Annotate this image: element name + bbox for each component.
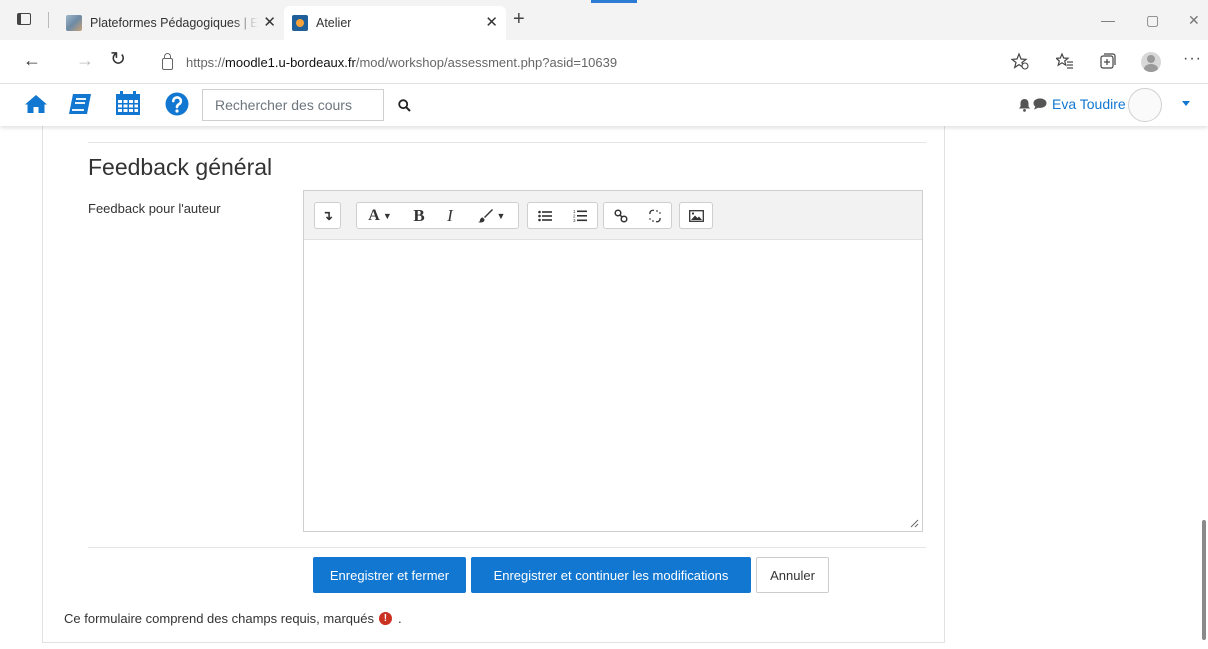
url-host: moodle1.u-bordeaux.fr	[225, 54, 356, 70]
text-color-button[interactable]: ▼	[465, 203, 518, 228]
resize-handle-icon[interactable]	[910, 519, 919, 528]
toolbar-group-media	[679, 202, 713, 229]
feedback-field-label: Feedback pour l'auteur	[88, 201, 221, 216]
paint-brush-icon	[477, 208, 493, 222]
page-scrollbar[interactable]	[1202, 520, 1206, 640]
new-tab-button[interactable]: +	[513, 9, 525, 29]
calendar-icon[interactable]	[115, 91, 141, 116]
insert-image-button[interactable]	[680, 203, 712, 228]
loading-indicator	[591, 0, 637, 3]
tab-title: Atelier	[316, 16, 352, 30]
toolbar-group-lists: 1 2 3	[527, 202, 598, 229]
tab-actions-icon[interactable]	[17, 13, 31, 25]
moodle-favicon-icon	[292, 15, 308, 31]
toolbar-group-collapse: ↴	[314, 202, 341, 229]
editor-toolbar: ↴ A ▼ B I ▼ 1 2 3	[304, 191, 922, 240]
course-search-input[interactable]	[202, 89, 384, 121]
feedback-editor: ↴ A ▼ B I ▼ 1 2 3	[303, 190, 923, 532]
user-menu-name[interactable]: Eva Toudire	[1052, 96, 1126, 112]
tab-close-icon[interactable]: ✕	[485, 15, 498, 31]
url-scheme: https://	[186, 54, 226, 70]
bold-button[interactable]: B	[403, 203, 435, 228]
unlink-button[interactable]	[638, 203, 671, 228]
insert-link-button[interactable]	[604, 203, 638, 228]
add-favorite-icon[interactable]	[1011, 52, 1029, 70]
feedback-text-area[interactable]	[304, 240, 922, 531]
required-note-text: Ce formulaire comprend des champs requis…	[64, 611, 374, 626]
svg-text:3: 3	[573, 218, 576, 222]
toolbar-group-links	[603, 202, 672, 229]
section-divider	[88, 142, 926, 143]
settings-menu-icon[interactable]: ···	[1183, 50, 1202, 68]
url-field[interactable]: https://moodle1.u-bordeaux.fr/mod/worksh…	[146, 46, 996, 78]
bullet-list-icon	[538, 210, 552, 221]
moodle-navbar: Eva Toudire	[0, 84, 1208, 126]
paragraph-styles-button[interactable]: A ▼	[357, 203, 403, 228]
chevron-down-icon: ▼	[382, 210, 392, 221]
unlink-icon	[648, 209, 661, 222]
numbered-list-icon: 1 2 3	[573, 209, 587, 222]
help-icon[interactable]	[165, 92, 189, 116]
bell-icon[interactable]	[1018, 98, 1031, 112]
ordered-list-button[interactable]: 1 2 3	[562, 203, 597, 228]
lock-icon[interactable]	[162, 52, 173, 70]
save-and-continue-button[interactable]: Enregistrer et continuer les modificatio…	[471, 557, 751, 593]
browser-tab-atelier[interactable]: Atelier ✕	[284, 6, 506, 40]
search-icon	[397, 98, 411, 112]
back-button[interactable]: ←	[23, 50, 41, 70]
tab-title: Plateformes Pédagogiques | ENT	[90, 16, 258, 30]
ent-favicon-icon	[66, 15, 82, 31]
required-note-end: .	[397, 611, 402, 626]
minimize-button[interactable]: —	[1101, 12, 1115, 28]
link-icon	[614, 208, 628, 223]
profile-icon[interactable]	[1141, 52, 1161, 72]
required-fields-note: Ce formulaire comprend des champs requis…	[64, 611, 402, 626]
italic-button[interactable]: I	[435, 203, 465, 228]
browser-tab-ent[interactable]: Plateformes Pédagogiques | ENT ✕	[58, 6, 284, 40]
forward-button[interactable]: →	[76, 50, 94, 70]
reload-button[interactable]: ↻	[110, 50, 126, 70]
unordered-list-button[interactable]	[528, 203, 562, 228]
tab-close-icon[interactable]: ✕	[263, 15, 276, 31]
home-icon[interactable]	[24, 94, 48, 114]
avatar[interactable]	[1128, 88, 1162, 122]
book-icon[interactable]	[67, 93, 93, 115]
section-divider	[88, 547, 926, 548]
cancel-button[interactable]: Annuler	[756, 557, 829, 593]
save-and-close-button[interactable]: Enregistrer et fermer	[313, 557, 466, 593]
tab-separator	[48, 12, 49, 28]
chevron-down-icon: ▼	[496, 210, 506, 221]
close-window-button[interactable]: ✕	[1188, 12, 1200, 29]
browser-tab-strip: Plateformes Pédagogiques | ENT ✕ Atelier…	[0, 0, 1208, 40]
collections-icon[interactable]	[1099, 52, 1117, 70]
collapse-toolbar-button[interactable]: ↴	[315, 203, 340, 228]
font-style-icon: A	[368, 206, 380, 224]
browser-address-bar: ← → ↻ https://moodle1.u-bordeaux.fr/mod/…	[0, 40, 1208, 84]
chat-icon[interactable]	[1033, 98, 1047, 110]
required-icon: !	[378, 612, 392, 625]
url-path: /mod/workshop/assessment.php?asid=10639	[355, 54, 618, 70]
toolbar-group-style: A ▼ B I ▼	[356, 202, 519, 229]
image-icon	[688, 209, 704, 222]
section-title: Feedback général	[88, 154, 273, 180]
maximize-button[interactable]: ▢	[1146, 12, 1159, 29]
chevron-down-icon[interactable]	[1182, 101, 1190, 106]
search-button[interactable]	[384, 89, 424, 121]
favorites-icon[interactable]	[1056, 52, 1074, 70]
